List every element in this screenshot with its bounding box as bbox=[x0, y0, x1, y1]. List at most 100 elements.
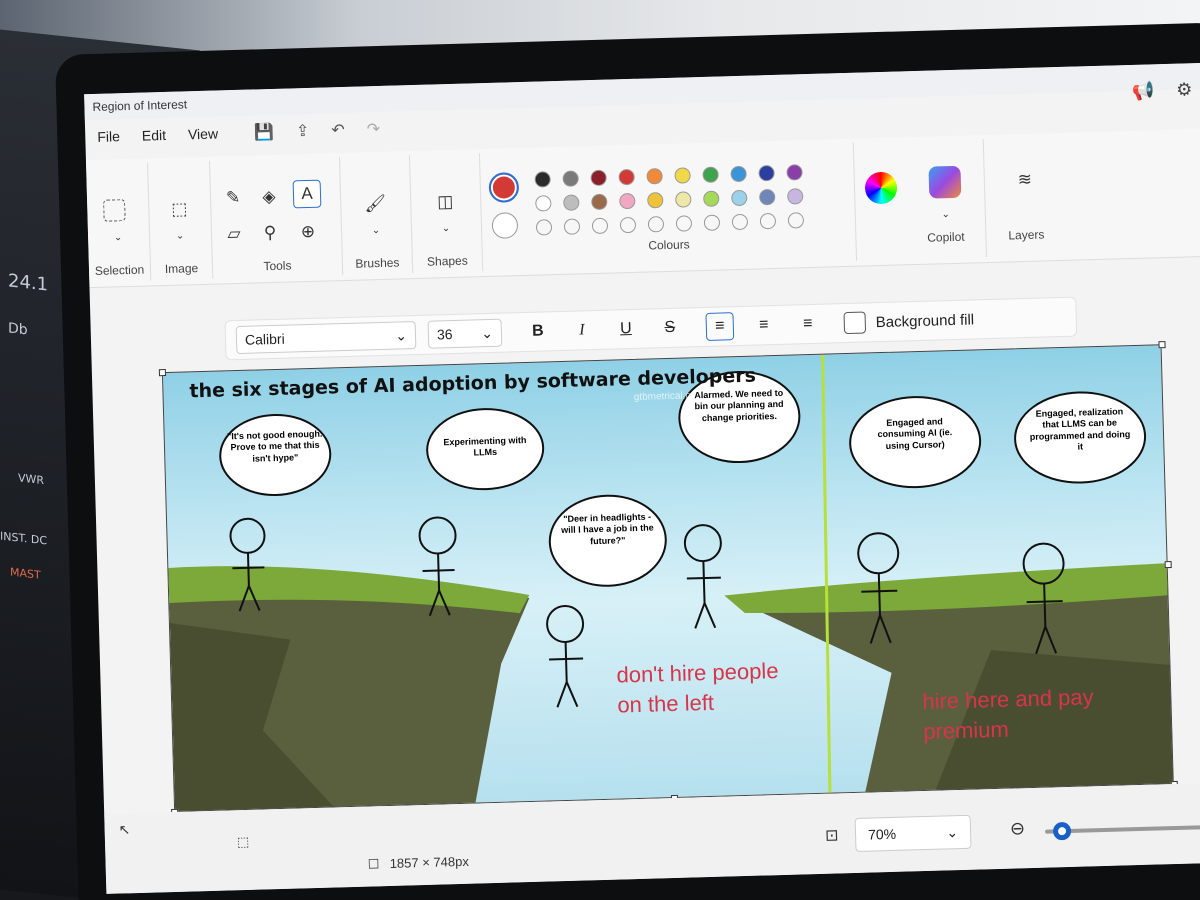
colour-swatch[interactable] bbox=[730, 165, 747, 183]
chevron-down-icon[interactable]: ⌄ bbox=[432, 214, 461, 243]
bold-button[interactable]: B bbox=[524, 317, 553, 346]
colour-swatch[interactable] bbox=[591, 193, 608, 211]
paint-app-window: Region of Interest 📢 ⚙ File Edit View 💾 … bbox=[84, 62, 1200, 894]
bubble-text-2: Experimenting with LLMs bbox=[443, 434, 527, 458]
menu-file[interactable]: File bbox=[97, 128, 120, 145]
colour-swatch[interactable] bbox=[535, 195, 552, 212]
checkbox[interactable] bbox=[843, 311, 867, 335]
custom-colour-slot[interactable] bbox=[731, 213, 749, 231]
italic-button[interactable]: I bbox=[568, 316, 597, 345]
edit-colours-group bbox=[854, 141, 907, 260]
zoom-out-icon[interactable]: ⊖ bbox=[1010, 818, 1026, 839]
custom-colour-slot[interactable] bbox=[591, 217, 609, 235]
colour-swatch[interactable] bbox=[562, 170, 579, 187]
chevron-down-icon[interactable]: ⌄ bbox=[362, 216, 391, 245]
chevron-down-icon[interactable]: ⌄ bbox=[931, 200, 960, 229]
resize-handle[interactable] bbox=[1164, 561, 1172, 569]
resize-handle[interactable] bbox=[1158, 341, 1166, 349]
colour-swatch[interactable] bbox=[703, 190, 720, 207]
selection-icon[interactable] bbox=[103, 199, 126, 222]
canvas-dimensions: 1857 × 748px bbox=[389, 853, 470, 871]
divider-line bbox=[821, 354, 832, 795]
canvas-image[interactable]: the six stages of AI adoption by softwar… bbox=[161, 344, 1174, 812]
custom-colour-slot[interactable] bbox=[675, 215, 693, 232]
colour-swatch[interactable] bbox=[618, 168, 635, 186]
copilot-group: ⌄ Copilot bbox=[903, 139, 988, 260]
layers-icon[interactable]: ≋ bbox=[1010, 166, 1039, 195]
custom-colour-slot[interactable] bbox=[563, 218, 581, 235]
right-note: hire here and pay premium bbox=[922, 682, 1095, 746]
chevron-down-icon[interactable]: ⌄ bbox=[104, 223, 133, 252]
canvas-size-icon: ☐ bbox=[367, 856, 380, 872]
zoom-slider[interactable] bbox=[1045, 821, 1200, 841]
redo-icon[interactable]: ↷ bbox=[366, 119, 380, 139]
photo-scene: 24.1 Db VWR INST. DC MAST Region of Inte… bbox=[0, 0, 1200, 900]
left-note-line-2: on the left bbox=[617, 689, 715, 718]
menu-bar: File Edit View 💾 ⇪ ↶ ↷ bbox=[85, 112, 381, 154]
edit-colours-icon[interactable] bbox=[864, 171, 898, 205]
font-select[interactable]: Calibri ⌄ bbox=[235, 321, 417, 355]
text-icon[interactable]: A bbox=[292, 179, 322, 209]
zoom-select[interactable]: 70% ⌄ bbox=[854, 814, 972, 852]
colour-swatch[interactable] bbox=[702, 166, 719, 183]
custom-colour-slot[interactable] bbox=[787, 212, 805, 229]
align-left-button[interactable]: ≡ bbox=[705, 312, 735, 341]
menu-edit[interactable]: Edit bbox=[142, 127, 167, 144]
undo-icon[interactable]: ↶ bbox=[331, 120, 345, 140]
color-picker-icon[interactable]: ⚲ bbox=[256, 219, 285, 248]
colour-swatch[interactable] bbox=[619, 192, 636, 210]
fit-to-window-icon[interactable]: ⊡ bbox=[825, 825, 839, 845]
quick-access: 💾 ⇪ ↶ ↷ bbox=[254, 119, 381, 143]
custom-colour-slot[interactable] bbox=[535, 219, 553, 236]
brush-icon[interactable]: 🖌 bbox=[361, 190, 390, 219]
custom-colour-slot[interactable] bbox=[619, 216, 637, 234]
secondary-colour-swatch[interactable] bbox=[491, 212, 519, 239]
custom-colour-slot[interactable] bbox=[647, 216, 665, 233]
colour-swatch[interactable] bbox=[647, 192, 664, 209]
colour-swatch[interactable] bbox=[787, 188, 804, 205]
copilot-label: Copilot bbox=[927, 229, 965, 245]
colour-swatch[interactable] bbox=[646, 168, 663, 185]
colour-swatch[interactable] bbox=[758, 164, 775, 182]
chevron-down-icon[interactable]: ⌄ bbox=[166, 221, 195, 250]
colour-swatch[interactable] bbox=[590, 169, 607, 187]
background-fill-toggle[interactable]: Background fill bbox=[843, 308, 974, 335]
custom-colour-slot[interactable] bbox=[703, 214, 721, 231]
eraser-icon[interactable]: ▱ bbox=[220, 220, 249, 249]
colour-swatch[interactable] bbox=[786, 164, 803, 181]
save-icon[interactable]: 💾 bbox=[254, 122, 274, 143]
selection-group: ⌄ Selection bbox=[86, 162, 152, 283]
colour-swatch[interactable] bbox=[759, 188, 776, 206]
zoom-slider-knob[interactable] bbox=[1052, 821, 1072, 841]
active-colour-swatch[interactable] bbox=[488, 172, 520, 203]
align-center-button[interactable]: ≡ bbox=[749, 311, 778, 340]
colour-swatch[interactable] bbox=[563, 194, 580, 211]
colour-swatch[interactable] bbox=[674, 167, 691, 184]
image-label: Image bbox=[164, 261, 199, 277]
underline-button[interactable]: U bbox=[611, 315, 640, 344]
copilot-icon[interactable] bbox=[928, 165, 962, 199]
resize-handle[interactable] bbox=[158, 369, 167, 377]
shapes-icon[interactable]: ◫ bbox=[431, 188, 460, 217]
selection-label: Selection bbox=[94, 262, 145, 278]
layers-group: ≋ Layers bbox=[984, 137, 1067, 257]
gear-icon[interactable]: ⚙ bbox=[1176, 79, 1193, 100]
bubble-text-5: Engaged and consuming AI (ie. using Curs… bbox=[877, 416, 953, 451]
colour-swatch[interactable] bbox=[534, 171, 551, 188]
menu-view[interactable]: View bbox=[188, 125, 219, 142]
pencil-icon[interactable]: ✎ bbox=[219, 184, 248, 213]
tools-group: ✎ ◈ A ▱ ⚲ ⊕ Tools bbox=[210, 157, 344, 279]
strikethrough-button[interactable]: S bbox=[655, 314, 684, 343]
megaphone-icon[interactable]: 📢 bbox=[1132, 80, 1155, 102]
chevron-down-icon: ⌄ bbox=[946, 823, 959, 840]
colour-swatch[interactable] bbox=[675, 191, 692, 208]
crop-icon[interactable]: ⬚ bbox=[165, 195, 194, 224]
fill-icon[interactable]: ◈ bbox=[255, 183, 284, 212]
colour-swatch[interactable] bbox=[731, 189, 748, 207]
font-size-select[interactable]: 36 ⌄ bbox=[427, 318, 503, 349]
layers-label[interactable]: Layers bbox=[986, 227, 1066, 243]
custom-colour-slot[interactable] bbox=[759, 212, 777, 230]
share-icon[interactable]: ⇪ bbox=[296, 121, 310, 141]
align-right-button[interactable]: ≡ bbox=[793, 310, 822, 339]
magnifier-icon[interactable]: ⊕ bbox=[294, 218, 323, 247]
